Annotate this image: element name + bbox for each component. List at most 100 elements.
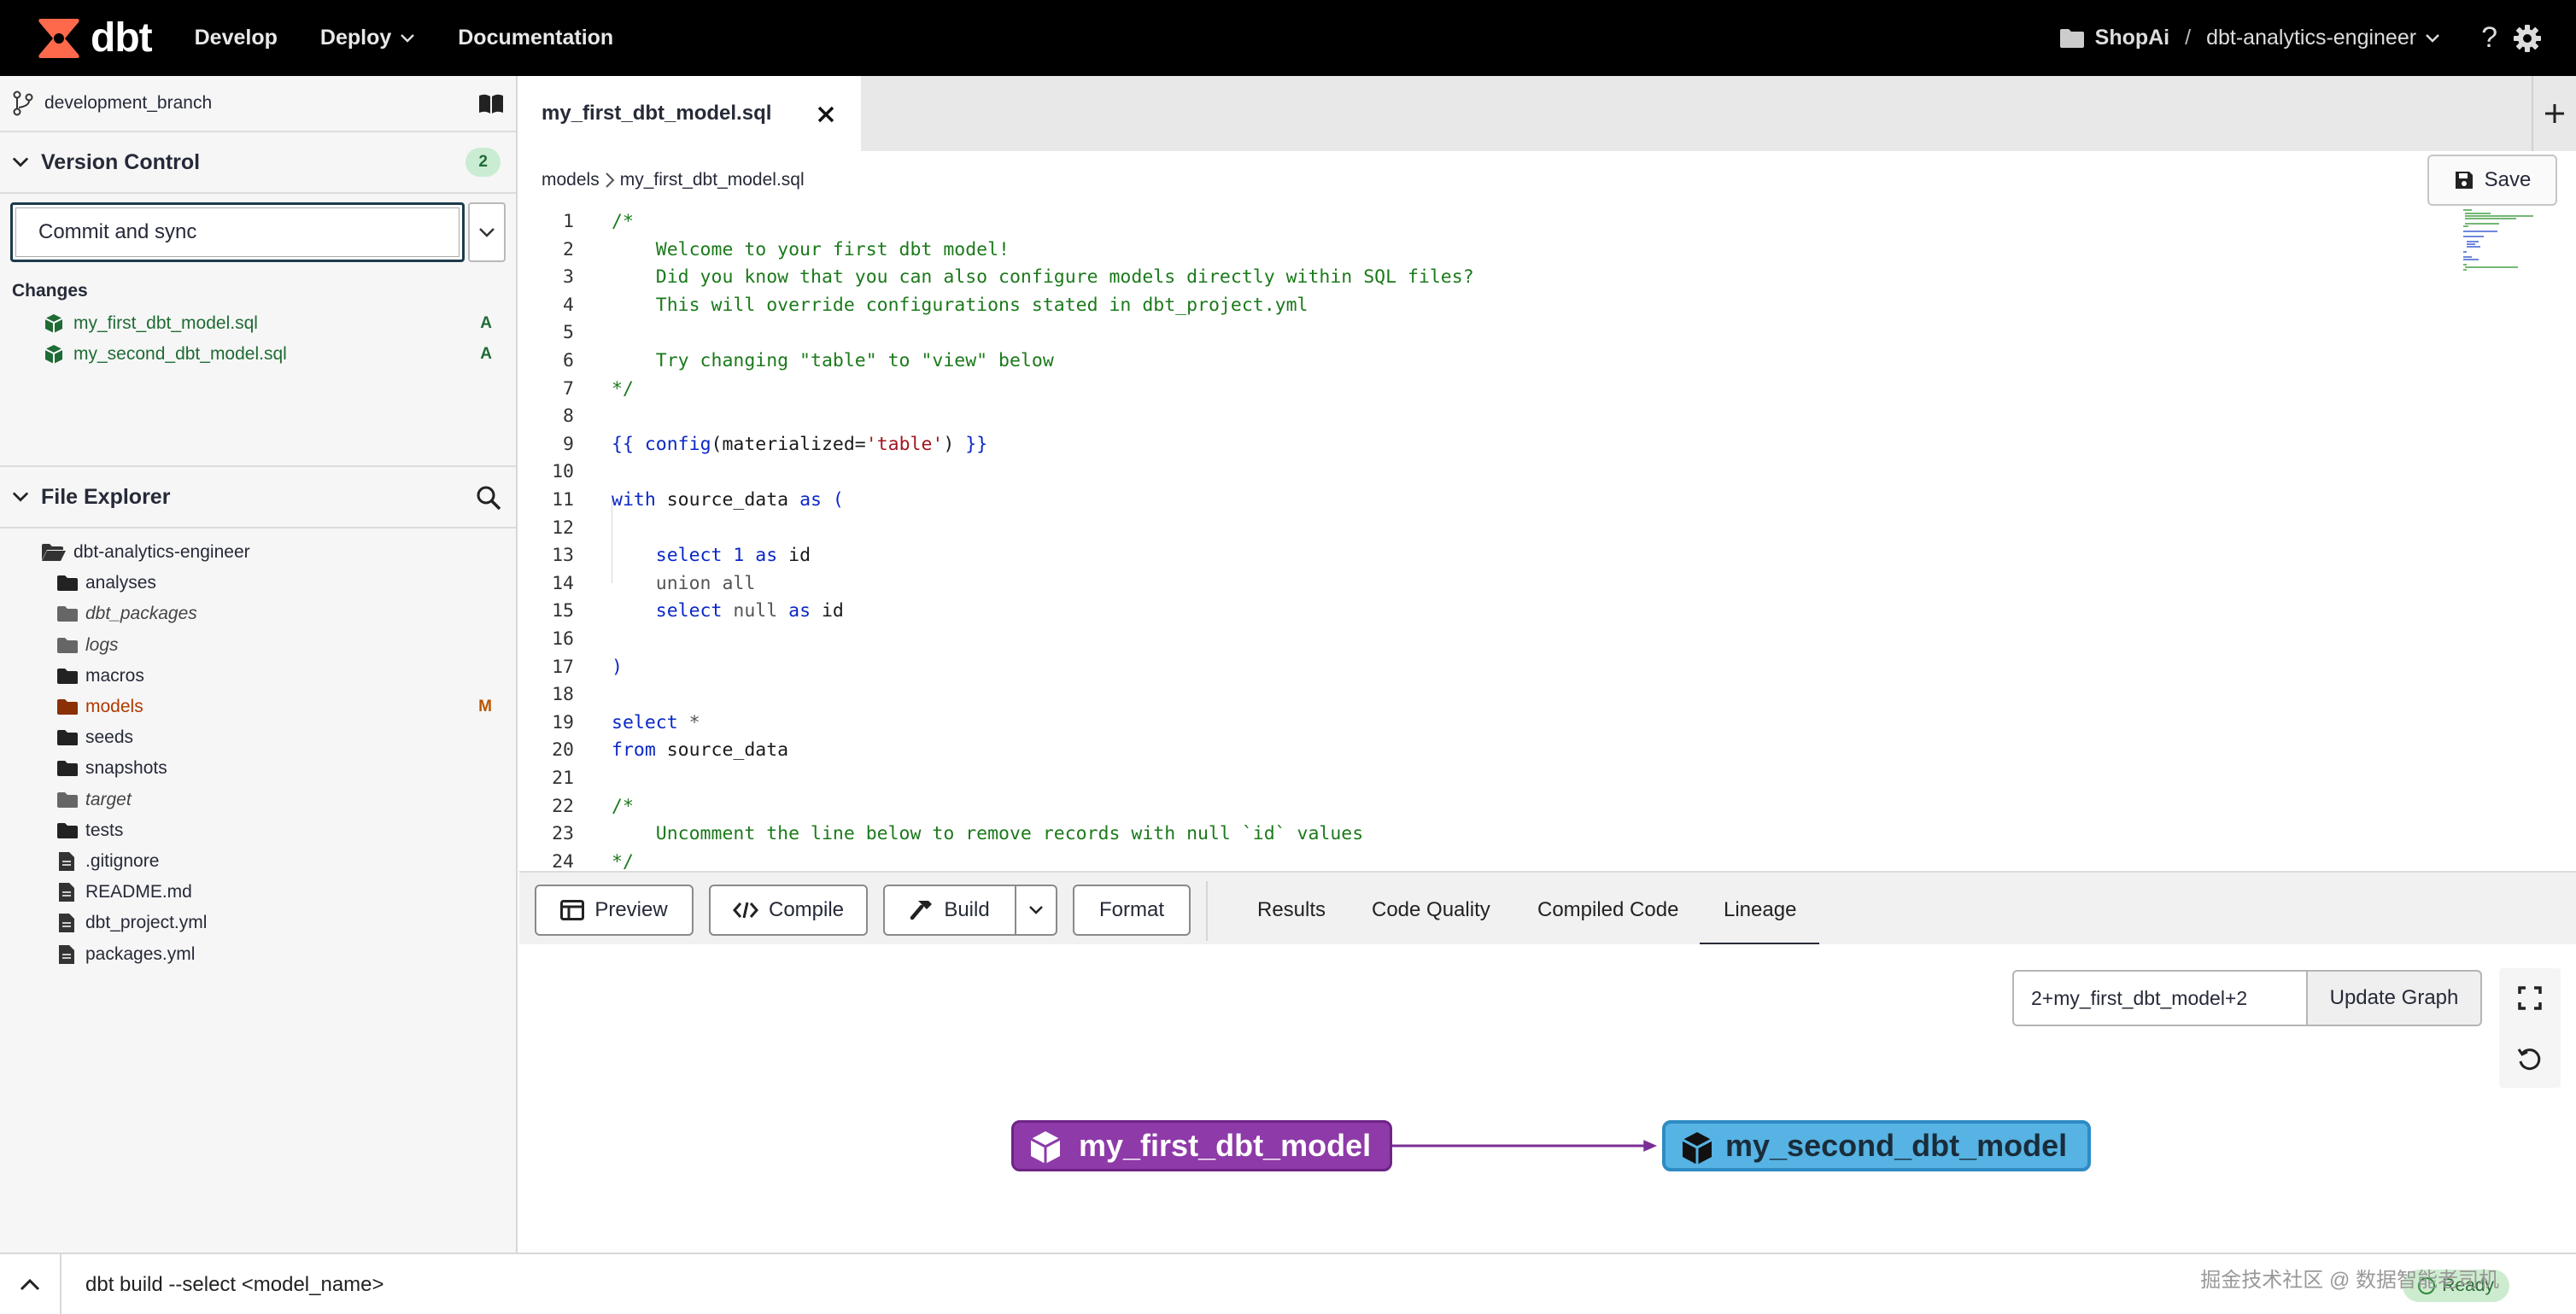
graph-tools: [2499, 968, 2561, 1088]
tree-item-packages[interactable]: packages.yml: [0, 938, 516, 969]
line-number: 18: [552, 684, 574, 706]
nav-develop[interactable]: Develop: [195, 26, 278, 50]
tree-item-models[interactable]: models M: [0, 692, 516, 722]
preview-button[interactable]: Preview: [535, 885, 694, 936]
format-button[interactable]: Format: [1073, 885, 1191, 936]
tab-code-quality[interactable]: Code Quality: [1372, 898, 1490, 922]
update-graph-button[interactable]: Update Graph: [2308, 970, 2482, 1026]
commit-and-sync-button[interactable]: Commit and sync: [10, 202, 465, 262]
line-number: 4: [563, 294, 574, 316]
new-tab-button[interactable]: [2532, 76, 2576, 151]
watermark: 掘金技术社区 @ 数据智能老司机: [2200, 1269, 2499, 1292]
nav-deploy-label: Deploy: [319, 26, 392, 50]
gear-icon[interactable]: [2513, 24, 2542, 53]
reset-icon[interactable]: [2517, 1047, 2543, 1072]
file-icon: [59, 883, 74, 902]
tree-item-label: snapshots: [85, 758, 167, 779]
commit-options-dropdown[interactable]: [468, 202, 506, 262]
model-cube-icon: [44, 345, 63, 364]
compile-button[interactable]: Compile: [709, 885, 868, 936]
format-label: Format: [1098, 898, 1164, 921]
line-number: 20: [552, 739, 574, 762]
code-line: {{ config(materialized='table') }}: [612, 433, 988, 455]
line-number: 2: [563, 238, 574, 260]
command-history-toggle[interactable]: [0, 1254, 61, 1314]
tree-item-label: README.md: [85, 882, 192, 902]
change-file-name: my_second_dbt_model.sql: [73, 344, 287, 364]
breadcrumb-folder[interactable]: models: [542, 170, 600, 190]
tree-item-label: logs: [85, 634, 119, 655]
tree-item-gitignore[interactable]: .gitignore: [0, 846, 516, 877]
node-label: my_second_dbt_model: [1725, 1128, 2068, 1163]
breadcrumb-file[interactable]: my_first_dbt_model.sql: [620, 170, 805, 190]
tree-item-macros[interactable]: macros: [0, 661, 516, 692]
tree-item-label: macros: [85, 665, 144, 686]
file-explorer-header[interactable]: File Explorer: [0, 467, 516, 529]
change-item[interactable]: my_first_dbt_model.sql A: [0, 308, 516, 339]
nav-documentation-label: Documentation: [458, 26, 614, 50]
repo-selector[interactable]: dbt-analytics-engineer: [2206, 26, 2440, 50]
command-input[interactable]: dbt build --select <model_name>: [85, 1273, 384, 1297]
nav-documentation[interactable]: Documentation: [458, 26, 613, 50]
tab-title: my_first_dbt_model.sql: [542, 102, 772, 125]
tree-item-readme[interactable]: README.md: [0, 877, 516, 908]
change-file-name: my_first_dbt_model.sql: [73, 313, 258, 333]
line-number: 16: [552, 628, 574, 650]
search-icon[interactable]: [475, 484, 502, 511]
model-cube-icon: [1030, 1131, 1061, 1164]
git-branch-icon: [13, 91, 33, 116]
book-icon[interactable]: [478, 93, 504, 115]
file-icon: [59, 944, 74, 964]
top-navigation: dbt Develop Deploy Documentation ShopAi …: [0, 0, 2576, 76]
chevron-down-icon: [2426, 33, 2439, 43]
line-number: 1: [563, 211, 574, 232]
nav-deploy[interactable]: Deploy: [320, 26, 415, 50]
dbt-logo[interactable]: dbt: [36, 15, 153, 61]
folder-icon: [57, 699, 78, 715]
project-selector[interactable]: ShopAi: [2059, 26, 2169, 50]
command-bar: dbt build --select <model_name> Ready 掘金…: [0, 1253, 2576, 1314]
file-explorer-title: File Explorer: [41, 484, 171, 509]
editor-tabs: my_first_dbt_model.sql: [519, 76, 2576, 151]
tree-root-folder[interactable]: dbt-analytics-engineer: [0, 537, 516, 568]
tree-item-logs[interactable]: logs: [0, 630, 516, 661]
lineage-node-my-second-dbt-model[interactable]: my_second_dbt_model: [1662, 1120, 2091, 1171]
tree-item-tests[interactable]: tests: [0, 815, 516, 846]
tree-item-dbt-packages[interactable]: dbt_packages: [0, 599, 516, 629]
editor-tab-active[interactable]: my_first_dbt_model.sql: [519, 76, 861, 151]
breadcrumb-separator: /: [2185, 26, 2192, 50]
tab-results[interactable]: Results: [1257, 898, 1326, 922]
fullscreen-icon[interactable]: [2517, 985, 2543, 1011]
chevron-down-icon: [1029, 906, 1043, 914]
tree-item-label: seeds: [85, 727, 134, 748]
tab-compiled-code[interactable]: Compiled Code: [1537, 898, 1678, 922]
tree-item-analyses[interactable]: analyses: [0, 568, 516, 599]
lineage-panel: 2+my_first_dbt_model+2 Update Graph my_f…: [519, 944, 2576, 1252]
save-label: Save: [2484, 168, 2532, 191]
table-icon: [560, 900, 585, 920]
build-options-dropdown[interactable]: [1015, 885, 1057, 936]
version-control-header[interactable]: Version Control 2: [0, 132, 516, 194]
tree-item-seeds[interactable]: seeds: [0, 722, 516, 753]
tab-lineage[interactable]: Lineage: [1724, 898, 1796, 922]
code-line: Welcome to your first dbt model!: [612, 238, 1010, 260]
branch-bar[interactable]: development_branch: [0, 76, 516, 132]
line-number: 7: [563, 377, 574, 400]
lineage-selector-input[interactable]: 2+my_first_dbt_model+2: [2012, 970, 2308, 1026]
tree-item-label: analyses: [85, 573, 156, 593]
folder-icon: [57, 761, 78, 777]
help-icon[interactable]: ?: [2481, 21, 2497, 55]
tree-item-snapshots[interactable]: snapshots: [0, 753, 516, 784]
build-button[interactable]: Build: [883, 885, 1016, 936]
code-editor[interactable]: 1 /* 2 Welcome to your first dbt model! 3 D…: [519, 209, 2576, 871]
save-button[interactable]: Save: [2427, 155, 2557, 206]
tree-item-dbt-project[interactable]: dbt_project.yml: [0, 908, 516, 938]
tree-item-target[interactable]: target: [0, 785, 516, 815]
code-minimap[interactable]: [2463, 209, 2540, 277]
close-icon[interactable]: [817, 105, 835, 124]
line-number: 8: [563, 406, 574, 428]
breadcrumb: models my_first_dbt_model.sql Save: [519, 151, 2576, 209]
change-item[interactable]: my_second_dbt_model.sql A: [0, 339, 516, 370]
code-line: /*: [612, 795, 634, 817]
lineage-node-my-first-dbt-model[interactable]: my_first_dbt_model: [1011, 1120, 1392, 1171]
